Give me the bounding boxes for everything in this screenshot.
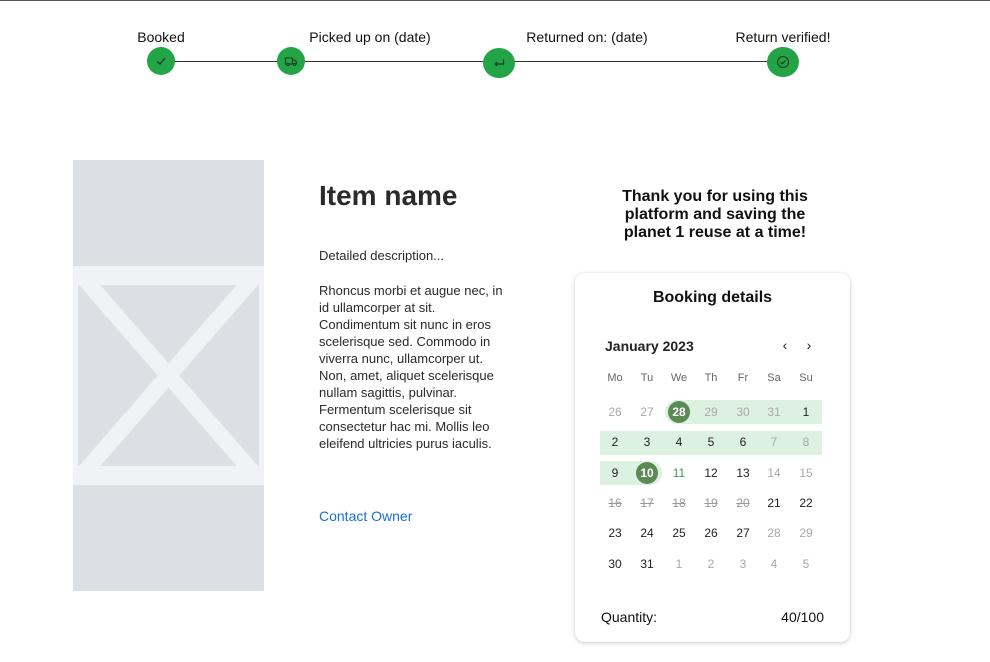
step-label: Booked — [137, 29, 185, 45]
top-divider — [0, 0, 990, 1]
calendar-day[interactable]: 15 — [794, 461, 818, 485]
calendar-day[interactable]: 24 — [635, 521, 659, 545]
calendar-day[interactable]: 2 — [699, 552, 723, 576]
item-image-placeholder — [73, 160, 264, 591]
quantity-value: 40/100 — [781, 609, 824, 625]
chevron-left-icon[interactable]: ‹ — [776, 336, 794, 354]
calendar-day: 19 — [704, 496, 718, 510]
calendar-day[interactable]: 2 — [603, 430, 627, 454]
calendar-day[interactable]: 3 — [635, 430, 659, 454]
calendar-day[interactable]: 4 — [667, 430, 691, 454]
weekday-header: Sa — [767, 372, 781, 384]
calendar-day[interactable]: 27 — [635, 400, 659, 424]
truck-icon — [277, 47, 305, 75]
calendar-day[interactable]: 29 — [794, 521, 818, 545]
item-name: Item name — [319, 180, 458, 211]
calendar-day[interactable]: 1 — [794, 400, 818, 424]
weekday-header: Fr — [737, 372, 749, 384]
calendar-day[interactable]: 5 — [794, 552, 818, 576]
calendar-day[interactable]: 26 — [699, 521, 723, 545]
calendar-day: 16 — [608, 496, 622, 510]
calendar-day[interactable]: 8 — [794, 430, 818, 454]
calendar-day[interactable]: 21 — [762, 491, 786, 515]
return-arrow-icon — [483, 48, 515, 78]
calendar-day[interactable]: 6 — [731, 430, 755, 454]
calendar-day-selected[interactable]: 28 — [668, 401, 690, 423]
calendar-day[interactable]: 31 — [635, 552, 659, 576]
progress-track-line — [161, 61, 785, 62]
contact-owner-link[interactable]: Contact Owner — [319, 508, 412, 524]
calendar-day: 20 — [736, 496, 750, 510]
calendar-month: January 2023 — [605, 338, 694, 354]
calendar-day[interactable]: 27 — [731, 521, 755, 545]
calendar-day: 18 — [672, 496, 686, 510]
step-label: Returned on: (date) — [526, 29, 648, 45]
calendar-day[interactable]: 9 — [603, 461, 627, 485]
check-circle-icon — [767, 47, 799, 77]
quantity-label: Quantity: — [601, 609, 658, 625]
calendar-day[interactable]: 11 — [667, 461, 691, 485]
calendar-day[interactable]: 5 — [699, 430, 723, 454]
calendar-day[interactable]: 25 — [667, 521, 691, 545]
calendar-day[interactable]: 23 — [603, 521, 627, 545]
calendar-day[interactable]: 12 — [699, 461, 723, 485]
calendar-day[interactable]: 22 — [794, 491, 818, 515]
weekday-header: Mo — [607, 372, 623, 384]
item-description-long: Rhoncus morbi et augue nec, in id ullamc… — [319, 283, 503, 451]
calendar-day-selected[interactable]: 10 — [636, 462, 658, 484]
calendar-day[interactable]: 30 — [603, 552, 627, 576]
chevron-right-icon[interactable]: › — [800, 336, 818, 354]
calendar-day[interactable]: 26 — [603, 400, 627, 424]
thank-you-message: Thank you for using this platform and sa… — [622, 188, 808, 241]
calendar-day[interactable]: 30 — [731, 400, 755, 424]
item-description-short: Detailed description... — [319, 248, 445, 263]
image-placeholder-icon — [73, 266, 264, 485]
weekday-header: Tu — [640, 372, 654, 384]
calendar-day[interactable]: 1 — [667, 552, 691, 576]
step-picked-up: Picked up on (date) — [277, 28, 450, 75]
calendar-day[interactable]: 3 — [731, 552, 755, 576]
calendar-day: 17 — [640, 496, 654, 510]
weekday-header: Su — [799, 372, 813, 384]
step-booked: Booked — [81, 28, 241, 75]
check-icon — [147, 47, 175, 75]
calendar-day[interactable]: 13 — [731, 461, 755, 485]
weekday-header: We — [670, 372, 688, 384]
step-verified: Return verified! — [703, 28, 863, 77]
calendar-day[interactable]: 31 — [762, 400, 786, 424]
step-label: Picked up on (date) — [309, 29, 431, 45]
step-returned: Returned on: (date) — [483, 28, 667, 78]
calendar-day[interactable]: 29 — [699, 400, 723, 424]
booking-details-title: Booking details — [652, 289, 773, 306]
calendar-day[interactable]: 14 — [762, 461, 786, 485]
calendar-day[interactable]: 4 — [762, 552, 786, 576]
weekday-header: Th — [704, 372, 718, 384]
booking-details-card: Booking details January 2023 ‹ › Mo Tu We T… — [575, 273, 850, 642]
calendar-day[interactable]: 7 — [762, 430, 786, 454]
calendar-day[interactable]: 28 — [762, 521, 786, 545]
step-label: Return verified! — [735, 29, 831, 45]
